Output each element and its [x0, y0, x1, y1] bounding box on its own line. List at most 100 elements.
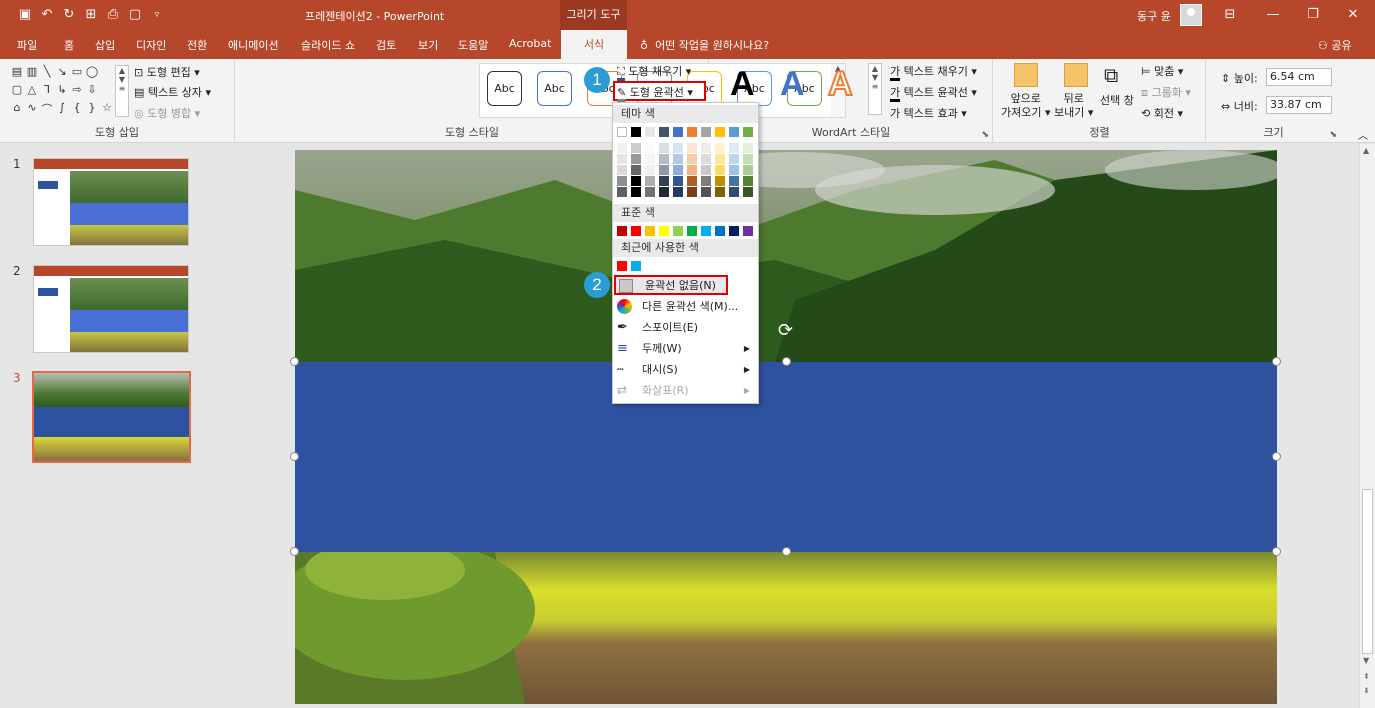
theme-shade-swatch[interactable] [701, 143, 711, 153]
theme-shade-swatch[interactable] [659, 187, 669, 197]
selected-rectangle-shape[interactable] [295, 362, 1277, 552]
theme-color-swatch[interactable] [743, 127, 753, 137]
theme-shade-swatch[interactable] [645, 143, 655, 153]
theme-shade-swatch[interactable] [673, 165, 683, 175]
wordart-blue[interactable]: A [780, 65, 805, 104]
standard-color-swatch[interactable] [631, 226, 641, 236]
theme-shade-swatch[interactable] [729, 176, 739, 186]
theme-shade-swatch[interactable] [729, 165, 739, 175]
tab-view[interactable]: 보기 [418, 37, 438, 53]
theme-shade-swatch[interactable] [729, 154, 739, 164]
theme-color-swatch[interactable] [659, 127, 669, 137]
theme-shade-swatch[interactable] [617, 143, 627, 153]
theme-shade-swatch[interactable] [715, 143, 725, 153]
theme-color-swatch[interactable] [715, 127, 725, 137]
edit-shape-button[interactable]: ⊡ 도형 편집 ▾ [134, 64, 200, 80]
save-icon[interactable]: ▣ [14, 6, 36, 24]
theme-shade-swatch[interactable] [645, 154, 655, 164]
standard-color-swatch[interactable] [687, 226, 697, 236]
theme-shade-swatch[interactable] [701, 176, 711, 186]
text-fill-button[interactable]: 가 텍스트 채우기 ▾ [890, 63, 977, 81]
ribbon-display-icon[interactable]: ⊟ [1215, 4, 1245, 26]
theme-shade-swatch[interactable] [715, 187, 725, 197]
resize-handle-ml[interactable] [290, 452, 299, 461]
dialog-launcher-icon[interactable]: ⬊ [981, 130, 989, 140]
align-button[interactable]: ⊨ 맞춤 ▾ [1141, 63, 1183, 79]
selection-pane-button[interactable]: 선택 창 [1100, 92, 1134, 108]
customize-qat-icon[interactable]: ▿ [146, 6, 168, 24]
tab-animations[interactable]: 애니메이션 [228, 37, 279, 53]
theme-shade-swatch[interactable] [617, 154, 627, 164]
prev-slide-icon[interactable]: ⇞ [1363, 672, 1370, 681]
slide-thumbnail-1[interactable] [33, 158, 189, 246]
vtextbox-shape-icon[interactable]: ▥ [25, 65, 39, 82]
theme-shade-swatch[interactable] [645, 176, 655, 186]
theme-color-swatch[interactable] [729, 127, 739, 137]
tab-transitions[interactable]: 전환 [187, 37, 207, 53]
tab-help[interactable]: 도움말 [458, 37, 488, 53]
restore-icon[interactable]: ❐ [1298, 4, 1328, 26]
standard-color-swatch[interactable] [645, 226, 655, 236]
scroll-up-icon[interactable]: ▲ [1363, 146, 1369, 155]
tab-design[interactable]: 디자인 [136, 37, 166, 53]
theme-color-swatch[interactable] [687, 127, 697, 137]
minimize-icon[interactable]: — [1258, 4, 1288, 26]
line-shape-icon[interactable]: ╲ [40, 65, 54, 82]
resize-handle-bc[interactable] [782, 547, 791, 556]
theme-shade-swatch[interactable] [715, 165, 725, 175]
scrollbar-thumb[interactable] [1362, 489, 1373, 654]
theme-shade-swatch[interactable] [673, 154, 683, 164]
theme-shade-swatch[interactable] [645, 165, 655, 175]
theme-shade-swatch[interactable] [687, 176, 697, 186]
theme-shade-swatch[interactable] [729, 143, 739, 153]
theme-shade-swatch[interactable] [687, 143, 697, 153]
bring-forward-icon[interactable] [1014, 63, 1038, 87]
theme-shade-swatch[interactable] [631, 154, 641, 164]
arrow-line-shape-icon[interactable]: ↘ [55, 65, 69, 82]
standard-color-swatch[interactable] [673, 226, 683, 236]
resize-handle-tr[interactable] [1272, 357, 1281, 366]
theme-shade-swatch[interactable] [659, 154, 669, 164]
text-box-button[interactable]: ▤ 텍스트 상자 ▾ [134, 84, 211, 100]
resize-handle-mr[interactable] [1272, 452, 1281, 461]
resize-handle-tl[interactable] [290, 357, 299, 366]
scroll-down-icon[interactable]: ▼ [1363, 656, 1369, 665]
theme-shade-swatch[interactable] [687, 154, 697, 164]
shape-outline-button[interactable]: ✎ 도형 윤곽선 ▾ [613, 81, 706, 102]
down-arrow-shape-icon[interactable]: ⇩ [85, 83, 99, 100]
new-document-icon[interactable]: ▢ [124, 6, 146, 24]
tab-format[interactable]: 서식 [561, 30, 627, 59]
size-dialog-launcher-icon[interactable]: ⬊ [1329, 130, 1337, 140]
theme-shade-swatch[interactable] [687, 165, 697, 175]
theme-shade-swatch[interactable] [743, 154, 753, 164]
theme-color-swatch[interactable] [645, 127, 655, 137]
theme-shade-swatch[interactable] [631, 187, 641, 197]
redo-icon[interactable]: ↻ [58, 6, 80, 24]
standard-color-swatch[interactable] [617, 226, 627, 236]
theme-shade-swatch[interactable] [617, 165, 627, 175]
wordart-orange[interactable]: A [827, 64, 854, 104]
freeform-shape-icon[interactable]: ⌂ [10, 101, 24, 118]
rounded-rect-shape-icon[interactable]: ▢ [10, 83, 24, 100]
recent-color-swatch[interactable] [617, 261, 627, 271]
group-button[interactable]: ⧈ 그룹화 ▾ [1141, 84, 1191, 100]
theme-shade-swatch[interactable] [645, 187, 655, 197]
theme-shade-swatch[interactable] [673, 143, 683, 153]
right-arrow-shape-icon[interactable]: ⇨ [70, 83, 84, 100]
text-effect-button[interactable]: 가 텍스트 효과 ▾ [890, 105, 967, 121]
recent-color-swatch[interactable] [631, 261, 641, 271]
shapes-gallery-scroll[interactable]: ▲ ▼ ≡ [115, 65, 129, 117]
print-preview-icon[interactable]: ⎙ [102, 6, 124, 24]
collapse-ribbon-icon[interactable]: ︿ [1358, 127, 1368, 142]
weight-item[interactable]: ≡ 두께(W) ▶ [613, 338, 758, 359]
standard-color-swatch[interactable] [729, 226, 739, 236]
theme-shade-swatch[interactable] [673, 176, 683, 186]
theme-shade-swatch[interactable] [743, 143, 753, 153]
theme-shade-swatch[interactable] [659, 143, 669, 153]
oval-shape-icon[interactable]: ◯ [85, 65, 99, 82]
theme-shade-swatch[interactable] [617, 187, 627, 197]
theme-shade-swatch[interactable] [701, 154, 711, 164]
theme-shade-swatch[interactable] [673, 187, 683, 197]
tab-review[interactable]: 검토 [376, 37, 396, 53]
shape-fill-button[interactable]: ⛶ 도형 채우기 ▾ [617, 63, 691, 81]
